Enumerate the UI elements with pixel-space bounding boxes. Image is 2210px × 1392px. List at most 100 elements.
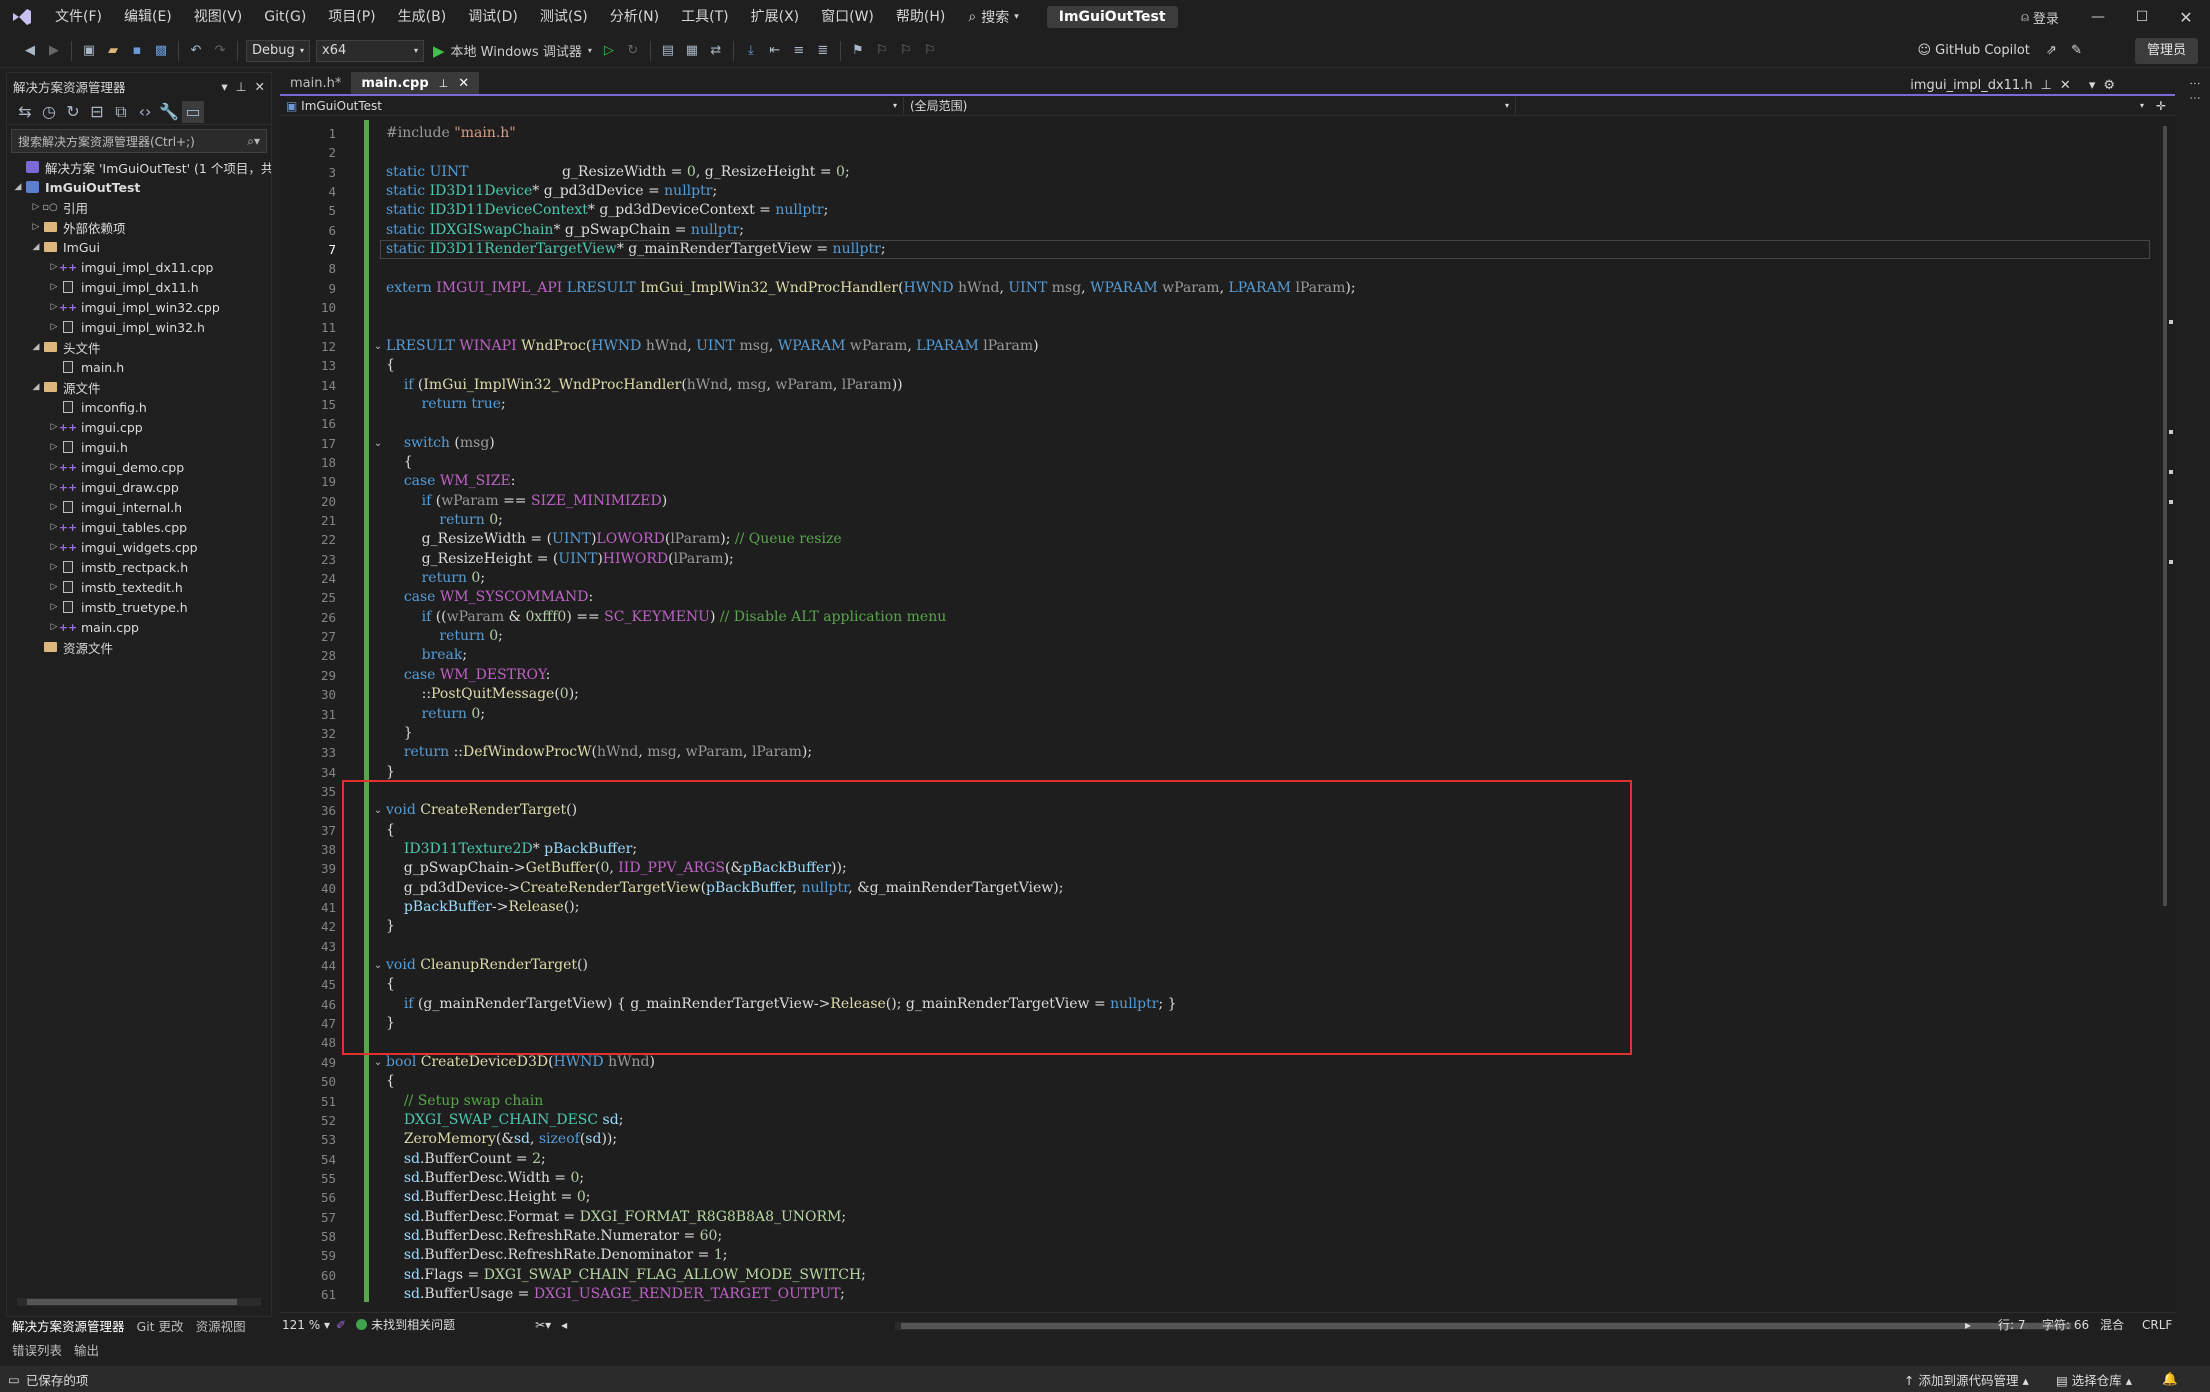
- code-line[interactable]: sd.BufferUsage = DXGI_USAGE_RENDER_TARGE…: [386, 1285, 845, 1302]
- code-line[interactable]: LRESULT WINAPI WndProc(HWND hWnd, UINT m…: [386, 337, 1039, 356]
- search-button[interactable]: ⌕ 搜索 ▾: [956, 7, 1030, 27]
- collapsed-arrow-icon[interactable]: ▷: [29, 222, 43, 232]
- configuration-select[interactable]: Debug ▾: [246, 39, 310, 62]
- collapsed-arrow-icon[interactable]: ▷: [47, 442, 61, 452]
- code-line[interactable]: bool CreateDeviceD3D(HWND hWnd): [386, 1053, 655, 1072]
- code-line[interactable]: return true;: [386, 395, 506, 414]
- select-repo-button[interactable]: ▤ 选择仓库 ▴: [2056, 1370, 2132, 1389]
- code-line[interactable]: sd.BufferCount = 2;: [386, 1150, 546, 1169]
- fold-toggle-icon[interactable]: ⌄: [372, 1053, 384, 1072]
- code-view-icon[interactable]: ‹›: [134, 101, 156, 123]
- menu-item[interactable]: 项目(P): [317, 0, 386, 34]
- fold-toggle-icon[interactable]: ⌄: [372, 337, 384, 356]
- code-area[interactable]: 1 #include "main.h" 2 3 static UINT g_Resize…: [280, 120, 2160, 1302]
- code-line[interactable]: // Setup swap chain: [386, 1092, 543, 1111]
- scroll-left-icon[interactable]: ◂: [561, 1318, 567, 1332]
- notifications-icon[interactable]: 🔔: [2162, 1371, 2178, 1387]
- menu-item[interactable]: 调试(D): [457, 0, 529, 34]
- maximize-button[interactable]: ☐: [2120, 0, 2164, 34]
- code-line[interactable]: g_ResizeHeight = (UINT)HIWORD(lParam);: [386, 550, 734, 569]
- menu-item[interactable]: 文件(F): [44, 0, 113, 34]
- refresh-icon[interactable]: ↻: [62, 101, 84, 123]
- bookmark-button[interactable]: ⚑: [847, 40, 869, 62]
- member-select[interactable]: ▾: [1516, 97, 2150, 115]
- code-line[interactable]: extern IMGUI_IMPL_API LRESULT ImGui_Impl…: [386, 279, 1356, 298]
- sync-icon[interactable]: ⇆: [14, 101, 36, 123]
- tree-item[interactable]: ▷ imgui_internal.h: [7, 497, 271, 517]
- code-line[interactable]: case WM_DESTROY:: [386, 666, 550, 685]
- scope-select[interactable]: (全局范围) ▾: [904, 96, 1516, 115]
- properties-icon[interactable]: 🔧: [158, 101, 180, 123]
- code-line[interactable]: sd.BufferDesc.Format = DXGI_FORMAT_R8G8B…: [386, 1208, 846, 1227]
- collapsed-arrow-icon[interactable]: ▷: [47, 502, 61, 512]
- tree-item[interactable]: ▷ ++ imgui_impl_win32.cpp: [7, 297, 271, 317]
- expanded-arrow-icon[interactable]: ◢: [29, 242, 43, 252]
- issues-status[interactable]: 未找到相关问题: [371, 1316, 455, 1333]
- tool-button[interactable]: ≣: [812, 40, 834, 62]
- code-line[interactable]: DXGI_SWAP_CHAIN_DESC sd;: [386, 1111, 624, 1130]
- close-window-button[interactable]: ✕: [2164, 0, 2208, 34]
- tree-item[interactable]: ▷ imstb_truetype.h: [7, 597, 271, 617]
- redo-button[interactable]: ↷: [209, 40, 231, 62]
- tree-item[interactable]: ▷ imgui.h: [7, 437, 271, 457]
- menu-item[interactable]: 编辑(E): [113, 0, 183, 34]
- code-line[interactable]: #include "main.h": [386, 124, 516, 143]
- collapsed-arrow-icon[interactable]: ▷: [29, 202, 43, 212]
- code-line[interactable]: g_ResizeWidth = (UINT)LOWORD(lParam); //…: [386, 530, 842, 549]
- start-without-debugging-button[interactable]: ▷: [598, 40, 620, 62]
- tab-inactive[interactable]: main.h*: [280, 72, 351, 94]
- code-line[interactable]: if (wParam == SIZE_MINIMIZED): [386, 492, 668, 511]
- forward-button[interactable]: ▶: [43, 40, 65, 62]
- column-indicator[interactable]: 字符: 66: [2042, 1316, 2089, 1333]
- code-line[interactable]: static UINT g_ResizeWidth = 0, g_ResizeH…: [386, 163, 850, 182]
- tree-item[interactable]: ▷ ++ main.cpp: [7, 617, 271, 637]
- code-line[interactable]: return 0;: [386, 569, 485, 588]
- fold-toggle-icon[interactable]: ⌄: [372, 434, 384, 453]
- start-debugging-button[interactable]: ▶ 本地 Windows 调试器 ▾: [433, 41, 592, 61]
- tree-item[interactable]: ▷ imgui_impl_win32.h: [7, 317, 271, 337]
- settings-icon[interactable]: ⚙: [2103, 78, 2115, 93]
- output-tab[interactable]: 错误列表: [6, 1340, 68, 1359]
- hot-reload-button[interactable]: ↻: [622, 40, 644, 62]
- bookmark-prev-button[interactable]: ⚐: [871, 40, 893, 62]
- menu-item[interactable]: 工具(T): [670, 0, 739, 34]
- code-line[interactable]: return 0;: [386, 627, 502, 646]
- code-line[interactable]: if (ImGui_ImplWin32_WndProcHandler(hWnd,…: [386, 376, 903, 395]
- pending-changes-icon[interactable]: ◷: [38, 101, 60, 123]
- tree-item[interactable]: ◢ ImGuiOutTest: [7, 177, 271, 197]
- tool-button[interactable]: ▦: [681, 40, 703, 62]
- bottom-tab[interactable]: 资源视图: [190, 1316, 252, 1335]
- scrollbar-thumb[interactable]: [901, 1323, 2071, 1329]
- line-indicator[interactable]: 行: 7: [1998, 1316, 2026, 1333]
- code-line[interactable]: if ((wParam & 0xfff0) == SC_KEYMENU) // …: [386, 608, 947, 627]
- login-button[interactable]: ⍝ 登录: [2008, 0, 2072, 34]
- vertical-scrollbar[interactable]: [2157, 120, 2175, 1302]
- menu-item[interactable]: Git(G): [253, 0, 317, 34]
- editor-hscrollbar[interactable]: [895, 1322, 2075, 1330]
- tree-item[interactable]: ▷ imstb_textedit.h: [7, 577, 271, 597]
- code-line[interactable]: {: [386, 1072, 395, 1091]
- tree-item[interactable]: ▷ ++ imgui.cpp: [7, 417, 271, 437]
- bottom-tab[interactable]: Git 更改: [131, 1316, 190, 1335]
- tree-item[interactable]: ◢ 源文件: [7, 377, 271, 397]
- dropdown-icon[interactable]: ▾: [221, 79, 227, 94]
- code-line[interactable]: static ID3D11RenderTargetView* g_mainRen…: [386, 240, 886, 259]
- save-button[interactable]: ▪: [126, 40, 148, 62]
- code-line[interactable]: static IDXGISwapChain* g_pSwapChain = nu…: [386, 221, 744, 240]
- expanded-arrow-icon[interactable]: ◢: [29, 342, 43, 352]
- back-button[interactable]: ◀: [19, 40, 41, 62]
- horizontal-scrollbar[interactable]: [17, 1298, 261, 1306]
- platform-select[interactable]: x64 ▾: [316, 39, 424, 62]
- code-line[interactable]: sd.BufferDesc.RefreshRate.Denominator = …: [386, 1246, 728, 1265]
- output-tab[interactable]: 输出: [68, 1340, 105, 1359]
- scrollbar-thumb[interactable]: [27, 1299, 237, 1305]
- code-line[interactable]: sd.BufferDesc.Height = 0;: [386, 1188, 591, 1207]
- tree-item[interactable]: ▷ ++ imgui_demo.cpp: [7, 457, 271, 477]
- tool-button[interactable]: ≡: [788, 40, 810, 62]
- menu-item[interactable]: 测试(S): [529, 0, 599, 34]
- tree-item[interactable]: main.h: [7, 357, 271, 377]
- code-line[interactable]: static ID3D11Device* g_pd3dDevice = null…: [386, 182, 717, 201]
- tool-button[interactable]: ▤: [657, 40, 679, 62]
- code-line[interactable]: sd.BufferDesc.RefreshRate.Numerator = 60…: [386, 1227, 722, 1246]
- save-all-button[interactable]: ▩: [150, 40, 172, 62]
